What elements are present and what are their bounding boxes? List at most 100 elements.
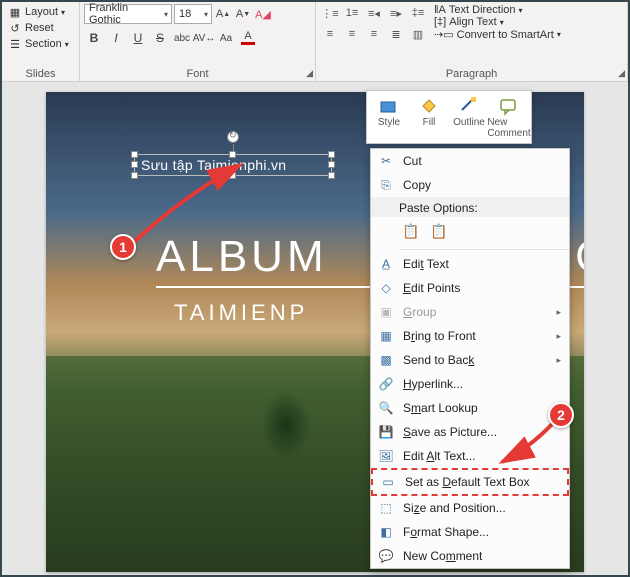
change-case-button[interactable]: Aa xyxy=(216,28,236,48)
convert-smartart-button[interactable]: ⇢▭Convert to SmartArt▾ xyxy=(434,28,561,41)
section-button[interactable]: ☰Section ▾ xyxy=(6,36,75,52)
char-spacing-button[interactable]: AV↔ xyxy=(194,28,214,48)
bullets-button[interactable]: ⋮≡ xyxy=(320,4,340,22)
mini-toolbar: Style Fill Outline New Comment xyxy=(366,90,532,144)
submenu-arrow-icon: ▸ xyxy=(556,331,561,342)
group-label-font: Font xyxy=(80,67,315,81)
italic-button[interactable]: I xyxy=(106,28,126,48)
hyperlink-icon: 🔗 xyxy=(377,376,395,392)
group-icon: ▣ xyxy=(377,304,395,320)
annotation-bubble-1: 1 xyxy=(110,234,136,260)
send-back-icon: ▩ xyxy=(377,352,395,368)
comment-icon: 💬 xyxy=(377,548,395,564)
ctx-edit-text[interactable]: A̲Edit Text xyxy=(371,252,569,276)
justify-button[interactable]: ≣ xyxy=(386,25,406,43)
increase-font-button[interactable]: A▲ xyxy=(214,4,232,24)
submenu-arrow-icon: ▸ xyxy=(556,307,561,318)
section-label: Section xyxy=(25,38,62,50)
line-spacing-button[interactable]: ‡≡ xyxy=(408,4,428,22)
ctx-smart-lookup[interactable]: 🔍Smart Lookup xyxy=(371,396,569,420)
resize-handle-e[interactable] xyxy=(328,161,335,168)
group-label-paragraph: Paragraph xyxy=(316,67,627,81)
underline-button[interactable]: U xyxy=(128,28,148,48)
decrease-indent-button[interactable]: ≡◂ xyxy=(364,4,384,22)
paste-keep-source-button[interactable]: 📋 xyxy=(399,219,423,243)
ctx-copy[interactable]: ⎘Copy xyxy=(371,173,569,197)
ctx-format-shape[interactable]: ◧Format Shape... xyxy=(371,520,569,544)
outline-icon xyxy=(458,95,480,117)
annotation-bubble-2: 2 xyxy=(548,402,574,428)
increase-indent-button[interactable]: ≡▸ xyxy=(386,4,406,22)
context-menu: ✂Cut ⎘Copy Paste Options: 📋 📋 A̲Edit Tex… xyxy=(370,148,570,569)
ctx-save-picture[interactable]: 💾Save as Picture... xyxy=(371,420,569,444)
ctx-hyperlink[interactable]: 🔗Hyperlink... xyxy=(371,372,569,396)
format-shape-icon: ◧ xyxy=(377,524,395,540)
comment-icon xyxy=(498,95,520,117)
ribbon: ▦Layout ▾ ↺Reset ☰Section ▾ Slides Frank… xyxy=(2,2,628,82)
clear-formatting-button[interactable]: A◢ xyxy=(254,4,272,24)
align-right-button[interactable]: ≡ xyxy=(364,25,384,43)
ribbon-group-paragraph: ⋮≡ 1≡ ≡◂ ≡▸ ‡≡ ≡ ≡ ≡ ≣ ▥ ‖AText Directio… xyxy=(316,2,628,81)
text-direction-button[interactable]: ‖AText Direction▾ xyxy=(434,4,561,16)
ctx-new-comment[interactable]: 💬New Comment xyxy=(371,544,569,568)
layout-label: Layout xyxy=(25,6,58,18)
reset-button[interactable]: ↺Reset xyxy=(6,20,75,36)
columns-button[interactable]: ▥ xyxy=(408,25,428,43)
cut-icon: ✂ xyxy=(377,153,395,169)
decrease-font-button[interactable]: A▼ xyxy=(234,4,252,24)
align-center-button[interactable]: ≡ xyxy=(342,25,362,43)
slide-subtitle: TAIMIENP xyxy=(174,300,308,326)
resize-handle-s[interactable] xyxy=(229,172,236,179)
copy-icon: ⎘ xyxy=(377,177,395,193)
bring-front-icon: ▦ xyxy=(377,328,395,344)
default-textbox-icon: ▭ xyxy=(379,474,397,490)
paragraph-dialog-launcher[interactable]: ◢ xyxy=(618,68,625,79)
group-label-slides: Slides xyxy=(2,67,79,81)
resize-handle-ne[interactable] xyxy=(328,151,335,158)
ribbon-group-slides: ▦Layout ▾ ↺Reset ☰Section ▾ Slides xyxy=(2,2,80,81)
selected-textbox[interactable]: Sưu tập Taimienphi.vn xyxy=(134,154,332,176)
resize-handle-sw[interactable] xyxy=(131,172,138,179)
ctx-bring-front[interactable]: ▦Bring to Front▸ xyxy=(371,324,569,348)
align-left-button[interactable]: ≡ xyxy=(320,25,340,43)
font-name-select[interactable]: Franklin Gothic xyxy=(84,4,172,24)
layout-button[interactable]: ▦Layout ▾ xyxy=(6,4,75,20)
strikethrough-button[interactable]: S xyxy=(150,28,170,48)
ctx-paste-header: Paste Options: xyxy=(371,197,569,217)
ctx-send-back[interactable]: ▩Send to Back▸ xyxy=(371,348,569,372)
size-position-icon: ⬚ xyxy=(377,500,395,516)
rotate-handle[interactable] xyxy=(227,131,239,143)
font-dialog-launcher[interactable]: ◢ xyxy=(306,68,313,79)
font-size-select[interactable]: 18 xyxy=(174,4,212,24)
alt-text-icon: 🖼 xyxy=(377,448,395,464)
ctx-edit-alt-text[interactable]: 🖼Edit Alt Text... xyxy=(371,444,569,468)
paste-picture-button[interactable]: 📋 xyxy=(427,219,451,243)
submenu-arrow-icon: ▸ xyxy=(556,355,561,366)
ctx-paste-options: 📋 📋 xyxy=(371,217,569,247)
font-color-button[interactable]: A xyxy=(238,28,258,48)
mini-fill-button[interactable]: Fill xyxy=(409,93,449,141)
resize-handle-w[interactable] xyxy=(131,161,138,168)
ctx-edit-points[interactable]: ◇Edit Points xyxy=(371,276,569,300)
edit-points-icon: ◇ xyxy=(377,280,395,296)
numbering-button[interactable]: 1≡ xyxy=(342,4,362,22)
bold-button[interactable]: B xyxy=(84,28,104,48)
smart-lookup-icon: 🔍 xyxy=(377,400,395,416)
mini-outline-button[interactable]: Outline xyxy=(449,93,489,141)
resize-handle-n[interactable] xyxy=(229,151,236,158)
ctx-cut[interactable]: ✂Cut xyxy=(371,149,569,173)
reset-label: Reset xyxy=(25,22,54,34)
shadow-button[interactable]: abc xyxy=(172,28,192,48)
ribbon-group-font: Franklin Gothic 18 A▲ A▼ A◢ B I U S abc … xyxy=(80,2,316,81)
ctx-size-position[interactable]: ⬚Size and Position... xyxy=(371,496,569,520)
resize-handle-nw[interactable] xyxy=(131,151,138,158)
align-text-button[interactable]: [‡]Align Text▾ xyxy=(434,16,561,28)
style-icon xyxy=(378,95,400,117)
mini-new-comment-button[interactable]: New Comment xyxy=(489,93,529,141)
edit-text-icon: A̲ xyxy=(377,256,395,272)
ctx-group: ▣Group▸ xyxy=(371,300,569,324)
ctx-set-default-textbox[interactable]: ▭Set as Default Text Box xyxy=(371,468,569,496)
resize-handle-se[interactable] xyxy=(328,172,335,179)
mini-style-button[interactable]: Style xyxy=(369,93,409,141)
save-picture-icon: 💾 xyxy=(377,424,395,440)
